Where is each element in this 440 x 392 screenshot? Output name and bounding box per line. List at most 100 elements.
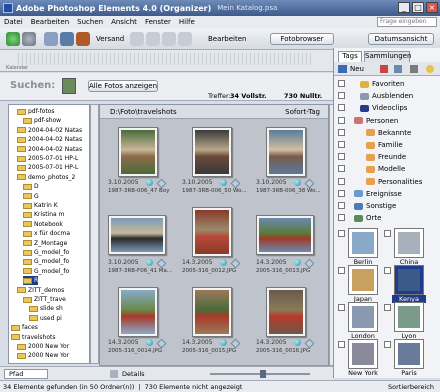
rotate-right-icon[interactable]	[146, 32, 160, 46]
photo-thumbnail[interactable]	[192, 207, 232, 257]
tree-item[interactable]: 2004-04-02 Natas	[17, 135, 82, 144]
tree-item[interactable]: G_model_fo	[23, 267, 69, 276]
versand-label[interactable]: Versand	[96, 35, 124, 43]
datumsansicht-button[interactable]: Datumsansicht	[368, 33, 434, 45]
details-checkbox[interactable]	[110, 370, 118, 378]
tree-item[interactable]: R	[23, 276, 39, 286]
tree-item[interactable]: ZITT_trave	[23, 295, 66, 304]
photo-thumbnail[interactable]	[192, 127, 232, 177]
place-thumbnail[interactable]	[394, 302, 424, 332]
photo-thumbnail[interactable]	[118, 287, 158, 337]
tag-checkbox[interactable]	[338, 80, 345, 87]
create-icon[interactable]	[76, 32, 90, 46]
tree-item[interactable]: G_model_fo	[23, 257, 69, 266]
rotate-left-icon[interactable]	[130, 32, 144, 46]
folder-tree[interactable]: pdf-fotos pdf-show 2004-04-02 Natas 2004-04…	[8, 104, 90, 364]
photo-import-icon[interactable]	[60, 32, 74, 46]
tag-row[interactable]: Modelle	[334, 163, 440, 174]
tab-tags[interactable]: Tags	[338, 51, 362, 62]
tree-item[interactable]: demo_photos_2	[17, 173, 75, 182]
place-checkbox[interactable]	[384, 230, 391, 237]
tree-item[interactable]: D	[23, 182, 39, 191]
timeline-bars[interactable]	[18, 53, 314, 65]
tag-row[interactable]: Familie	[334, 139, 440, 150]
edit-tag-icon[interactable]	[394, 65, 402, 73]
tree-item[interactable]: 2004-04-02 Natas	[17, 126, 82, 135]
tag-checkbox[interactable]	[338, 202, 345, 209]
tree-item[interactable]: Katrin K	[23, 201, 58, 210]
tag-row[interactable]: Sonstige	[334, 200, 440, 211]
tag-row[interactable]: Personen	[334, 115, 440, 126]
place-checkbox[interactable]	[384, 304, 391, 311]
place-thumbnail[interactable]	[348, 302, 378, 332]
timeline[interactable]: Kalender	[0, 50, 333, 72]
photo-thumbnail[interactable]	[192, 287, 232, 337]
tree-item[interactable]: pdf-show	[23, 116, 61, 125]
tree-item[interactable]: x für docma	[23, 229, 70, 238]
full-count[interactable]: 34 Vollstr.	[230, 92, 267, 100]
tree-item[interactable]: slide sh	[29, 304, 63, 313]
trash-icon[interactable]	[162, 32, 176, 46]
tag-checkbox[interactable]	[338, 92, 345, 100]
view-icon[interactable]	[178, 32, 192, 46]
photo-cell[interactable]: 3.10.2005 1987-3RB-006_47 Boy	[104, 123, 172, 197]
back-icon[interactable]	[6, 32, 20, 46]
camera-icon[interactable]	[44, 32, 58, 46]
place-thumbnail[interactable]	[394, 339, 424, 369]
tree-scrollbar[interactable]	[90, 104, 99, 364]
help-input[interactable]: Frage eingeben	[377, 17, 437, 27]
menu-suchen[interactable]: Suchen	[77, 18, 103, 26]
place-checkbox[interactable]	[338, 267, 345, 274]
tag-row[interactable]: Ereignisse	[334, 188, 440, 199]
photo-cell[interactable]: 14.3.2005 2005-316_0012.JPG	[178, 203, 246, 277]
delete-tag-icon[interactable]	[380, 65, 388, 73]
bulb-icon[interactable]	[426, 65, 434, 73]
tag-row[interactable]: Favoriten	[334, 78, 440, 89]
tree-item[interactable]: 2004-04-02 Natas	[17, 145, 82, 154]
tag-checkbox[interactable]	[338, 128, 345, 136]
tree-item[interactable]: travelshots	[11, 333, 55, 342]
tag-row[interactable]: Personalities	[334, 176, 440, 187]
place-checkbox[interactable]	[338, 304, 345, 311]
show-all-button[interactable]: Alle Fotos anzeigen	[88, 80, 158, 92]
partial-count[interactable]: 730 Nulltr.	[284, 92, 322, 100]
tree-item[interactable]: Z_Montage	[23, 239, 67, 248]
fotobrowser-button[interactable]: Fotobrowser	[270, 33, 334, 45]
photo-thumbnail[interactable]	[256, 215, 314, 255]
tree-item[interactable]: 2000 New Yor	[17, 342, 69, 351]
tag-row[interactable]: Videoclips	[334, 102, 440, 113]
place-checkbox[interactable]	[338, 230, 345, 237]
zoom-handle[interactable]	[260, 370, 266, 378]
place-checkbox[interactable]	[384, 341, 391, 348]
photo-cell[interactable]: 14.3.2005 2005-316_0013.JPG	[252, 203, 320, 277]
photo-thumbnail[interactable]	[266, 287, 306, 337]
forward-icon[interactable]	[22, 32, 36, 46]
tag-checkbox[interactable]	[338, 165, 345, 173]
tag-checkbox[interactable]	[338, 214, 345, 222]
tag-row[interactable]: Bekannte	[334, 127, 440, 138]
place-checkbox[interactable]	[384, 267, 391, 274]
photo-dropdown[interactable]: Pfad	[4, 369, 48, 379]
place-thumbnail[interactable]	[348, 265, 378, 295]
tree-item[interactable]: faces	[11, 323, 38, 332]
place-thumbnail[interactable]	[394, 265, 424, 295]
tree-item[interactable]: G	[23, 192, 39, 201]
tree-item[interactable]: ZITT_demos	[17, 286, 64, 295]
tag-row[interactable]: Ausblenden	[334, 90, 440, 101]
tag-checkbox[interactable]	[338, 177, 345, 185]
tree-item[interactable]: G_model_fo	[23, 248, 69, 257]
photo-thumbnail[interactable]	[266, 127, 306, 177]
place-thumbnail[interactable]	[394, 228, 424, 258]
photo-cell[interactable]: 3.10.2005 1987-3RB-006_50 Wo...	[178, 123, 247, 197]
tree-item[interactable]: used pi	[29, 314, 62, 323]
tree-item[interactable]: pdf-fotos	[17, 107, 55, 116]
photo-thumbnail[interactable]	[108, 215, 166, 255]
menu-datei[interactable]: Datei	[4, 18, 23, 26]
photo-cell[interactable]: 14.3.2005 2005-316_0014.JPG	[104, 283, 172, 357]
place-thumbnail[interactable]	[348, 228, 378, 258]
tag-row[interactable]: Orte	[334, 212, 440, 223]
place-thumbnail[interactable]	[348, 339, 378, 369]
bearbeiten-label[interactable]: Bearbeiten	[208, 35, 246, 43]
photo-thumbnail[interactable]	[118, 127, 158, 177]
instant-tag-button[interactable]: Sofort-Tag	[285, 108, 320, 116]
